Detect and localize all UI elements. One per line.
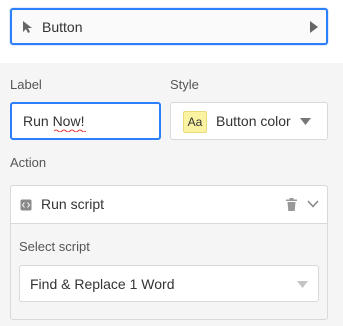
action-header[interactable]: Run script (11, 186, 327, 224)
play-icon[interactable] (309, 21, 319, 33)
label-field-label: Label (10, 77, 42, 92)
element-picker[interactable]: Button (10, 8, 328, 45)
spellcheck-underline (54, 129, 86, 132)
element-header: Button (0, 0, 343, 63)
element-name: Button (42, 19, 83, 35)
style-select[interactable]: Aa Button color (170, 102, 328, 140)
script-icon (20, 199, 32, 211)
action-label: Action (10, 155, 47, 170)
caret-down-icon (300, 118, 311, 125)
action-title: Run script (41, 196, 105, 212)
cursor-icon (23, 21, 32, 33)
script-select[interactable]: Find & Replace 1 Word (19, 265, 319, 302)
chevron-down-icon[interactable] (307, 200, 319, 208)
settings-panel: Label Style Aa Button color Action Run s… (0, 63, 343, 326)
action-card: Run script Select script Find & Replace … (10, 185, 328, 320)
select-script-label: Select script (19, 239, 90, 254)
style-value: Button color (216, 113, 291, 129)
style-field-label: Style (170, 77, 199, 92)
color-swatch: Aa (183, 111, 207, 133)
selected-script: Find & Replace 1 Word (30, 276, 175, 292)
trash-icon[interactable] (286, 198, 297, 211)
label-input[interactable] (10, 102, 161, 140)
caret-down-icon (297, 281, 308, 288)
